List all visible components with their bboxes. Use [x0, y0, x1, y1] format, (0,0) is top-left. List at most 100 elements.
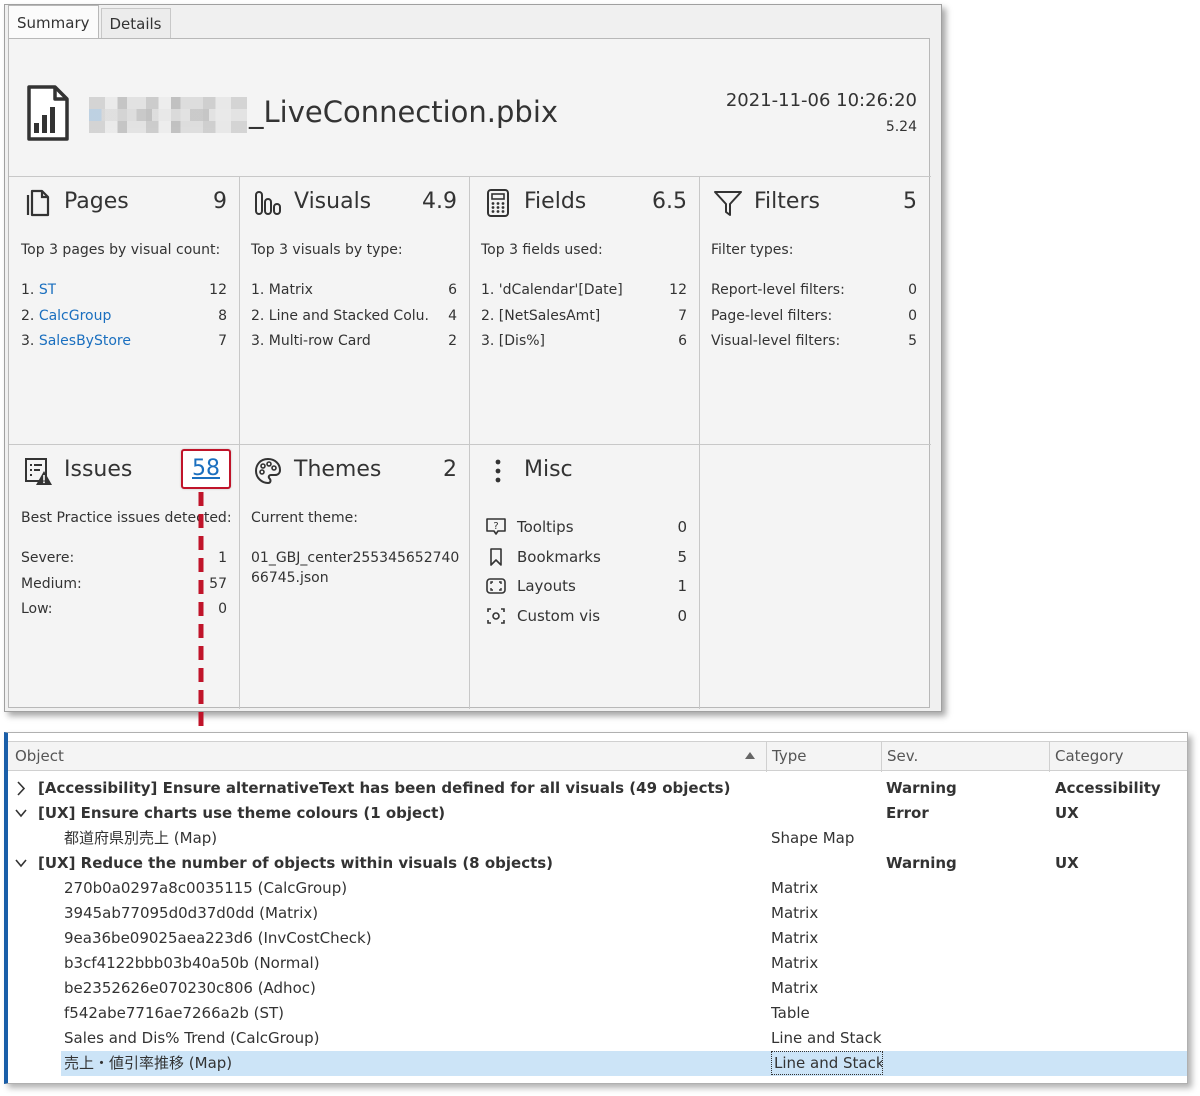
tab-details[interactable]: Details — [100, 8, 171, 38]
row-label: Report-level filters: — [711, 282, 845, 298]
custom-visual-icon — [487, 608, 505, 625]
row-label: Visual-level filters: — [711, 333, 841, 349]
object-cell: 9ea36be09025aea223d6 (InvCostCheck) — [64, 929, 372, 947]
fields-card: Fields 6.5 Top 3 fields used: 1. 'dCalen… — [469, 176, 699, 444]
fields-title: Fields — [524, 189, 587, 214]
row-index: 2. — [21, 307, 39, 324]
misc-title: Misc — [524, 457, 573, 482]
row-value: 5 — [908, 333, 917, 349]
misc-value: 0 — [677, 517, 687, 536]
filters-count: 5 — [903, 189, 917, 214]
type-cell: Table — [771, 1004, 810, 1022]
issue-item-row[interactable]: b3cf4122bbb03b40a50b (Normal) Matrix — [8, 951, 1187, 976]
filters-row: Visual-level filters: 5 — [711, 331, 917, 357]
object-cell: [UX] Reduce the number of objects within… — [38, 854, 554, 872]
severity-cell: Error — [886, 804, 929, 822]
chevron-down-icon[interactable] — [14, 801, 28, 826]
visuals-icon — [255, 191, 281, 215]
type-cell: Matrix — [771, 954, 819, 972]
category-cell: UX — [1055, 854, 1079, 872]
row-label: 2. [NetSalesAmt] — [481, 307, 601, 324]
row-index: 3. — [21, 333, 39, 349]
row-value: 4 — [448, 307, 457, 324]
column-header-type[interactable]: Type — [766, 742, 881, 772]
more-vertical-icon — [495, 459, 501, 483]
filter-icon — [714, 191, 742, 216]
page-link-st[interactable]: ST — [39, 282, 56, 298]
visuals-title: Visuals — [294, 189, 372, 214]
row-value: 7 — [218, 333, 227, 349]
issue-item-row[interactable]: 270b0a0297a8c0035115 (CalcGroup) Matrix — [8, 876, 1187, 901]
current-theme-file: 01_GBJ_center25534565274066745.json — [251, 550, 460, 586]
column-header-severity[interactable]: Sev. — [881, 742, 1049, 772]
fields-row: 3. [Dis%] 6 — [481, 331, 687, 357]
category-cell: UX — [1055, 804, 1079, 822]
tab-summary[interactable]: Summary — [8, 5, 99, 38]
filters-subtitle: Filter types: — [711, 242, 794, 258]
issue-group-row[interactable]: [Accessibility] Ensure alternativeText h… — [8, 776, 1187, 801]
issue-item-row[interactable]: 売上・値引率推移 (Map) Line and Stack... — [8, 1051, 1187, 1076]
row-value: 12 — [209, 282, 227, 298]
column-header-category[interactable]: Category — [1049, 742, 1187, 772]
object-cell: 売上・値引率推移 (Map) — [64, 1054, 233, 1072]
object-cell: 270b0a0297a8c0035115 (CalcGroup) — [64, 879, 348, 897]
themes-subtitle: Current theme: — [251, 510, 358, 526]
issue-item-row[interactable]: 都道府県別売上 (Map) Shape Map — [8, 826, 1187, 851]
misc-label: Bookmarks — [517, 547, 601, 566]
misc-label: Layouts — [517, 577, 576, 596]
issue-item-row[interactable]: f542abe7716ae7266a2b (ST) Table — [8, 1001, 1187, 1026]
issue-item-row[interactable]: Sales and Dis% Trend (CalcGroup) Line and… — [8, 1026, 1187, 1051]
issue-group-row[interactable]: [UX] Ensure charts use theme colours (1 … — [8, 801, 1187, 826]
severity-cell: Warning — [886, 854, 957, 872]
object-cell: [UX] Ensure charts use theme colours (1 … — [38, 804, 446, 822]
misc-label: Tooltips — [517, 517, 574, 536]
row-value: 1 — [218, 550, 227, 566]
column-header-object[interactable]: Object — [10, 742, 766, 772]
object-cell: 都道府県別売上 (Map) — [64, 829, 218, 847]
page-link-salesbystore[interactable]: SalesByStore — [39, 333, 131, 349]
issues-title: Issues — [64, 457, 133, 482]
page-link-calcgroup[interactable]: CalcGroup — [39, 308, 112, 324]
pages-card: Pages 9 Top 3 pages by visual count: 1. … — [9, 176, 239, 444]
summary-window: Summary Details _LiveConnection.pbix 202… — [4, 4, 942, 712]
visuals-row: 1. Matrix 6 — [251, 280, 457, 306]
type-cell: Line and Stack... — [771, 1029, 883, 1047]
visuals-count: 4.9 — [422, 189, 457, 214]
misc-row-tooltips: ? Tooltips 0 — [485, 512, 687, 542]
row-value: 6 — [448, 282, 457, 298]
pages-title: Pages — [64, 189, 129, 214]
pages-row: 1. ST 12 — [21, 280, 227, 306]
type-cell: Matrix — [771, 879, 819, 897]
visuals-card: Visuals 4.9 Top 3 visuals by type: 1. Ma… — [239, 176, 469, 444]
misc-value: 1 — [677, 577, 687, 596]
themes-count: 2 — [443, 457, 457, 482]
svg-text:?: ? — [493, 521, 498, 532]
issue-item-row[interactable]: 9ea36be09025aea223d6 (InvCostCheck) Matri… — [8, 926, 1187, 951]
chevron-right-icon[interactable] — [14, 776, 28, 801]
fields-row: 1. 'dCalendar'[Date] 12 — [481, 280, 687, 306]
issue-item-row[interactable]: be2352626e070230c806 (Adhoc) Matrix — [8, 976, 1187, 1001]
list-header: Object Type Sev. Category — [8, 741, 1187, 772]
bookmark-icon — [490, 547, 502, 566]
issue-item-row[interactable]: 3945ab77095d0d37d0dd (Matrix) Matrix — [8, 901, 1187, 926]
issues-count-link[interactable]: 58 — [181, 449, 231, 489]
row-label: Page-level filters: — [711, 307, 833, 324]
palette-icon — [255, 458, 281, 484]
object-cell: be2352626e070230c806 (Adhoc) — [64, 979, 316, 997]
row-value: 0 — [908, 307, 917, 324]
row-value: 12 — [669, 282, 687, 298]
chevron-down-icon[interactable] — [14, 851, 28, 876]
calculator-icon — [487, 189, 509, 217]
misc-row-custom-visuals: Custom vis 0 — [485, 601, 687, 631]
visuals-row: 2. Line and Stacked Colu. 4 — [251, 306, 457, 332]
filters-row: Page-level filters: 0 — [711, 306, 917, 332]
row-label: 1. 'dCalendar'[Date] — [481, 282, 623, 298]
row-value: 8 — [218, 307, 227, 324]
misc-value: 0 — [677, 607, 687, 626]
row-value: 2 — [448, 333, 457, 349]
pages-row: 2. CalcGroup 8 — [21, 306, 227, 332]
issue-group-row[interactable]: [UX] Reduce the number of objects within… — [8, 851, 1187, 876]
layout-icon — [486, 578, 506, 595]
row-label: 2. Line and Stacked Colu. — [251, 307, 429, 324]
annotation-arrow — [193, 492, 209, 752]
